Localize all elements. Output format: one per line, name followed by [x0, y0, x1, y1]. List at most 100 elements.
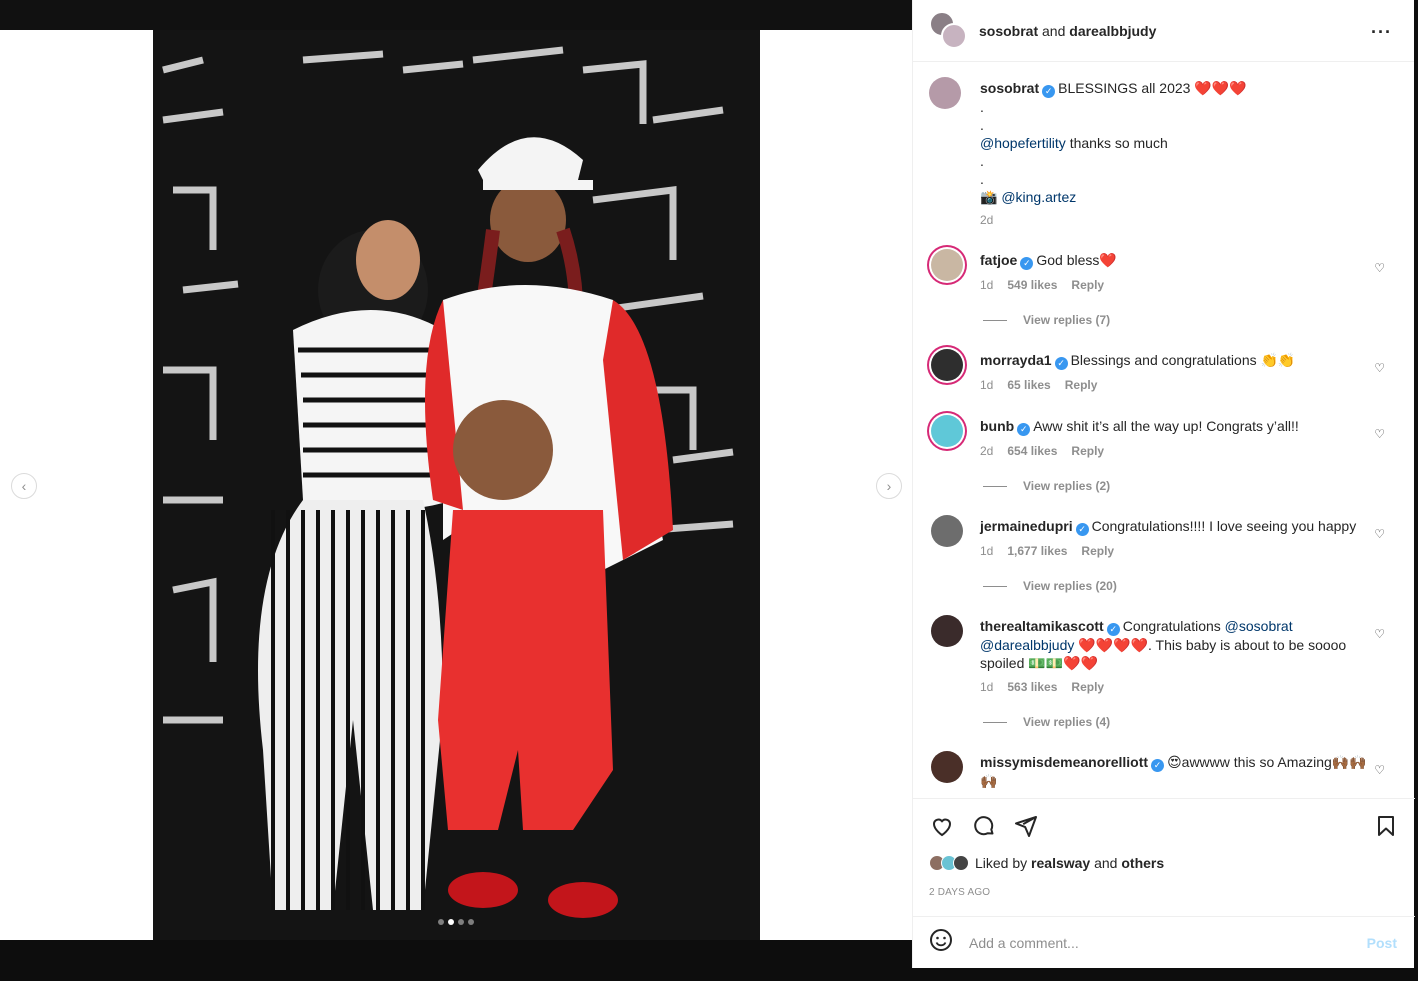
reply-button[interactable]: Reply	[1071, 278, 1104, 292]
comment-likes[interactable]: 1,677 likes	[1007, 544, 1067, 558]
share-icon[interactable]	[1013, 813, 1039, 839]
view-replies-label: View replies (4)	[1023, 715, 1111, 729]
avatar[interactable]	[931, 751, 963, 783]
carousel-dot	[468, 919, 474, 925]
chevron-left-icon[interactable]: ‹	[11, 473, 37, 499]
caption-time: 2d	[980, 213, 994, 227]
carousel-dot	[458, 919, 464, 925]
verified-icon: ✓	[1106, 623, 1120, 636]
mention-link[interactable]: @hopefertility	[980, 135, 1066, 151]
liked-by: Liked by realsway and others	[929, 855, 1164, 871]
camera-icon: 📸	[980, 190, 998, 206]
view-replies-button[interactable]: View replies (20)	[983, 579, 1117, 593]
comment-item: jermainedupri ✓ Congratulations!!!! I love…	[929, 513, 1399, 603]
verified-icon: ✓	[1075, 523, 1089, 536]
comment-item: missymisdemeanorelliott ✓ 😍awwww this so A…	[929, 749, 1399, 797]
heart-icon[interactable]	[929, 813, 955, 839]
reply-button[interactable]: Reply	[1071, 444, 1104, 458]
carousel-dot-active	[448, 919, 454, 925]
post-panel: sosobrat and darealbbjudy ··· sosobrat ✓ B…	[912, 0, 1415, 968]
avatar[interactable]	[931, 249, 963, 281]
heart-icon[interactable]: ♡	[1374, 627, 1385, 641]
view-replies-button[interactable]: View replies (2)	[983, 479, 1110, 493]
bookmark-icon[interactable]	[1373, 813, 1399, 839]
reply-button[interactable]: Reply	[1081, 544, 1114, 558]
comment-username[interactable]: therealtamikascott	[980, 618, 1104, 634]
view-replies-label: View replies (7)	[1023, 313, 1111, 327]
comment-time: 1d	[980, 544, 994, 558]
liked-joiner: and	[1090, 855, 1122, 871]
mention-link[interactable]: @sosobrat	[1225, 618, 1293, 634]
comments-list: sosobrat ✓ BLESSINGS all 2023 ❤️❤️❤️ . . @…	[913, 63, 1415, 797]
comment-input[interactable]: Add a comment...	[969, 935, 1367, 951]
header-user2[interactable]: darealbbjudy	[1069, 23, 1156, 39]
header-title: sosobrat and darealbbjudy	[979, 23, 1156, 39]
view-replies-button[interactable]: View replies (4)	[983, 715, 1110, 729]
post-photo	[153, 30, 760, 940]
comment-username[interactable]: jermainedupri	[980, 518, 1073, 534]
header-user1[interactable]: sosobrat	[979, 23, 1038, 39]
carousel-dot	[438, 919, 444, 925]
caption-username[interactable]: sosobrat	[980, 80, 1039, 96]
view-replies-label: View replies (20)	[1023, 579, 1117, 593]
comment-likes[interactable]: 563 likes	[1007, 680, 1057, 694]
carousel-dots	[438, 919, 474, 925]
comment-likes[interactable]: 654 likes	[1007, 444, 1057, 458]
comment-text: Congratulations	[1122, 618, 1225, 634]
verified-icon: ✓	[1020, 257, 1034, 270]
reply-button[interactable]: Reply	[1065, 378, 1098, 392]
comment-likes[interactable]: 549 likes	[1007, 278, 1057, 292]
comment-username[interactable]: bunb	[980, 418, 1014, 434]
verified-icon: ✓	[1054, 357, 1068, 370]
comment-username[interactable]: fatjoe	[980, 252, 1017, 268]
reply-button[interactable]: Reply	[1071, 680, 1104, 694]
comment-text: God bless❤️	[1036, 252, 1117, 268]
caption-line3: thanks so much	[1065, 135, 1168, 151]
liked-user[interactable]: realsway	[1031, 855, 1090, 871]
heart-icon[interactable]: ♡	[1374, 427, 1385, 441]
avatar[interactable]	[931, 415, 963, 447]
chevron-right-icon[interactable]: ›	[876, 473, 902, 499]
caption-dot: .	[980, 99, 984, 115]
mention-link[interactable]: @king.artez	[1001, 189, 1076, 205]
heart-icon[interactable]: ♡	[1374, 361, 1385, 375]
comment-item: fatjoe ✓ God bless❤️ 1d 549 likes Reply ♡ Vi…	[929, 247, 1399, 337]
comment-time: 1d	[980, 278, 994, 292]
verified-icon: ✓	[1151, 759, 1165, 772]
action-bar: Liked by realsway and others 2 DAYS AGO	[913, 798, 1415, 916]
avatar[interactable]	[931, 615, 963, 647]
avatar-pair[interactable]	[929, 10, 969, 51]
view-replies-label: View replies (2)	[1023, 479, 1111, 493]
view-replies-button[interactable]: View replies (7)	[983, 313, 1110, 327]
post-button[interactable]: Post	[1367, 935, 1397, 951]
comment-icon[interactable]	[971, 813, 997, 839]
heart-icon[interactable]: ♡	[1374, 261, 1385, 275]
emoji-icon[interactable]	[929, 928, 955, 958]
header-joiner: and	[1042, 22, 1066, 39]
comment-username[interactable]: morrayda1	[980, 352, 1052, 368]
more-options-icon[interactable]: ···	[1371, 22, 1392, 43]
post-header: sosobrat and darealbbjudy ···	[913, 0, 1414, 62]
comment-text: Aww shit it’s all the way up! Congrats y…	[1033, 418, 1299, 434]
avatar[interactable]	[931, 515, 963, 547]
liked-others[interactable]: others	[1121, 855, 1164, 871]
comment-item: bunb ✓ Aww shit it’s all the way up! Congr…	[929, 413, 1399, 503]
comment-time: 1d	[980, 680, 994, 694]
caption-dot: .	[980, 153, 984, 169]
comment-likes[interactable]: 65 likes	[1007, 378, 1050, 392]
post-media: ‹ ›	[0, 30, 912, 940]
comment-username[interactable]: missymisdemeanorelliott	[980, 754, 1148, 770]
mention-link[interactable]: @darealbbjudy	[980, 637, 1074, 653]
avatar	[941, 22, 967, 49]
comment-text: Congratulations!!!! I love seeing you ha…	[1091, 518, 1357, 534]
comment-item: therealtamikascott ✓ Congratulations @soso…	[929, 613, 1399, 739]
heart-icon[interactable]: ♡	[1374, 527, 1385, 541]
caption-dot: .	[980, 171, 984, 187]
comment-time: 1d	[980, 378, 994, 392]
caption-line1: BLESSINGS all 2023 ❤️❤️❤️	[1058, 80, 1247, 96]
avatar[interactable]	[931, 349, 963, 381]
avatar[interactable]	[929, 77, 961, 109]
heart-icon[interactable]: ♡	[1374, 763, 1385, 777]
verified-icon: ✓	[1042, 85, 1056, 98]
post-date[interactable]: 2 DAYS AGO	[929, 887, 990, 898]
